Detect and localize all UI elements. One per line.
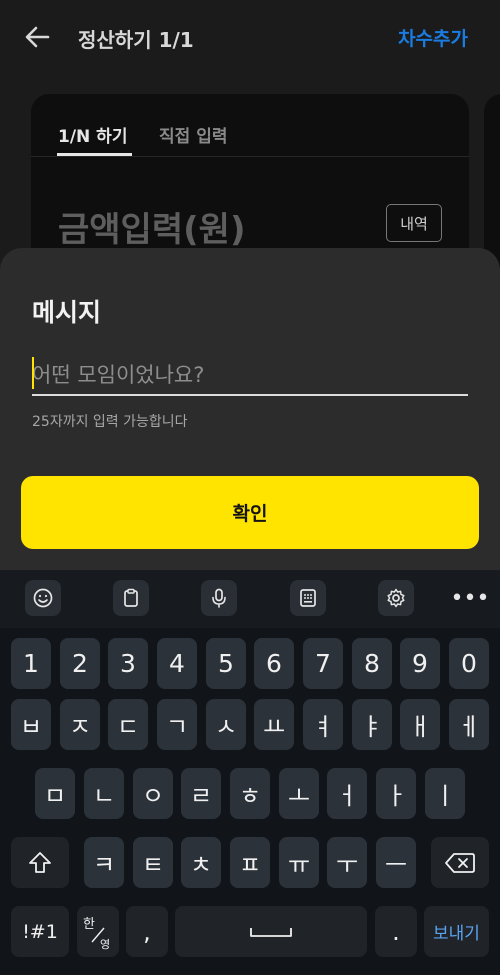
confirm-button[interactable]: 확인 <box>21 476 479 549</box>
key-ieung[interactable]: ㅇ <box>133 768 173 819</box>
symbols-key[interactable]: !#1 <box>11 906 69 957</box>
key-nieun[interactable]: ㄴ <box>84 768 124 819</box>
backspace-icon <box>445 852 475 873</box>
microphone-icon[interactable] <box>201 580 237 616</box>
key-8[interactable]: 8 <box>352 638 392 689</box>
key-yo[interactable]: ㅛ <box>254 699 294 750</box>
key-yu[interactable]: ㅠ <box>279 837 319 888</box>
key-7[interactable]: 7 <box>303 638 343 689</box>
comma-key[interactable]: , <box>126 906 168 957</box>
space-icon <box>250 927 292 937</box>
shift-key[interactable] <box>11 837 69 888</box>
key-4[interactable]: 4 <box>157 638 197 689</box>
add-round-button[interactable]: 차수추가 <box>398 24 468 51</box>
language-switch-icon: 한 영 <box>83 917 110 951</box>
tab-split-evenly[interactable]: 1/N 하기 <box>58 122 127 147</box>
key-5[interactable]: 5 <box>206 638 246 689</box>
key-i[interactable]: ㅣ <box>425 768 465 819</box>
space-key[interactable] <box>175 906 367 957</box>
key-mieum[interactable]: ㅁ <box>35 768 75 819</box>
key-ae[interactable]: ㅐ <box>400 699 440 750</box>
text-caret <box>32 357 34 389</box>
key-6[interactable]: 6 <box>254 638 294 689</box>
tab-direct-input[interactable]: 직접 입력 <box>159 122 227 147</box>
key-bieup[interactable]: ㅂ <box>11 699 51 750</box>
more-icon[interactable]: ••• <box>451 580 490 616</box>
key-jieut[interactable]: ㅈ <box>60 699 100 750</box>
page-title: 정산하기 1/1 <box>78 28 194 52</box>
key-9[interactable]: 9 <box>400 638 440 689</box>
message-input[interactable] <box>32 356 468 396</box>
key-giyeok[interactable]: ㄱ <box>157 699 197 750</box>
key-eu[interactable]: ㅡ <box>376 837 416 888</box>
key-o[interactable]: ㅗ <box>279 768 319 819</box>
key-tieut[interactable]: ㅌ <box>133 837 173 888</box>
lang-english-label: 영 <box>100 938 110 951</box>
language-switch-key[interactable]: 한 영 <box>77 906 119 957</box>
key-a[interactable]: ㅏ <box>376 768 416 819</box>
period-key[interactable]: . <box>375 906 417 957</box>
shift-icon <box>29 851 51 873</box>
clipboard-icon[interactable] <box>113 580 149 616</box>
key-e[interactable]: ㅔ <box>449 699 489 750</box>
gear-icon[interactable] <box>378 580 414 616</box>
key-rieul[interactable]: ㄹ <box>181 768 221 819</box>
backspace-key[interactable] <box>431 837 489 888</box>
key-yeo[interactable]: ㅕ <box>303 699 343 750</box>
keypad-icon[interactable] <box>290 580 326 616</box>
history-button[interactable]: 내역 <box>386 204 442 242</box>
key-1[interactable]: 1 <box>11 638 51 689</box>
tab-divider <box>31 156 469 157</box>
key-2[interactable]: 2 <box>60 638 100 689</box>
amount-input-label[interactable]: 금액입력(원) <box>58 202 245 251</box>
lang-korean-label: 한 <box>83 917 95 932</box>
key-siot[interactable]: ㅅ <box>206 699 246 750</box>
send-key[interactable]: 보내기 <box>424 906 489 957</box>
key-eo[interactable]: ㅓ <box>327 768 367 819</box>
key-0[interactable]: 0 <box>449 638 489 689</box>
sheet-title: 메시지 <box>32 298 102 327</box>
key-kieuk[interactable]: ㅋ <box>84 837 124 888</box>
key-chieut[interactable]: ㅊ <box>181 837 221 888</box>
key-3[interactable]: 3 <box>108 638 148 689</box>
key-ya[interactable]: ㅑ <box>352 699 392 750</box>
key-pieup[interactable]: ㅍ <box>230 837 270 888</box>
key-hieut[interactable]: ㅎ <box>230 768 270 819</box>
keyboard-toolbar <box>0 570 500 628</box>
input-hint: 25자까지 입력 가능합니다 <box>32 414 188 430</box>
emoji-icon[interactable] <box>25 580 61 616</box>
key-u[interactable]: ㅜ <box>327 837 367 888</box>
key-digeut[interactable]: ㄷ <box>108 699 148 750</box>
back-arrow-icon[interactable] <box>22 22 52 52</box>
header-bar: 정산하기 1/1 차수추가 <box>0 0 500 75</box>
